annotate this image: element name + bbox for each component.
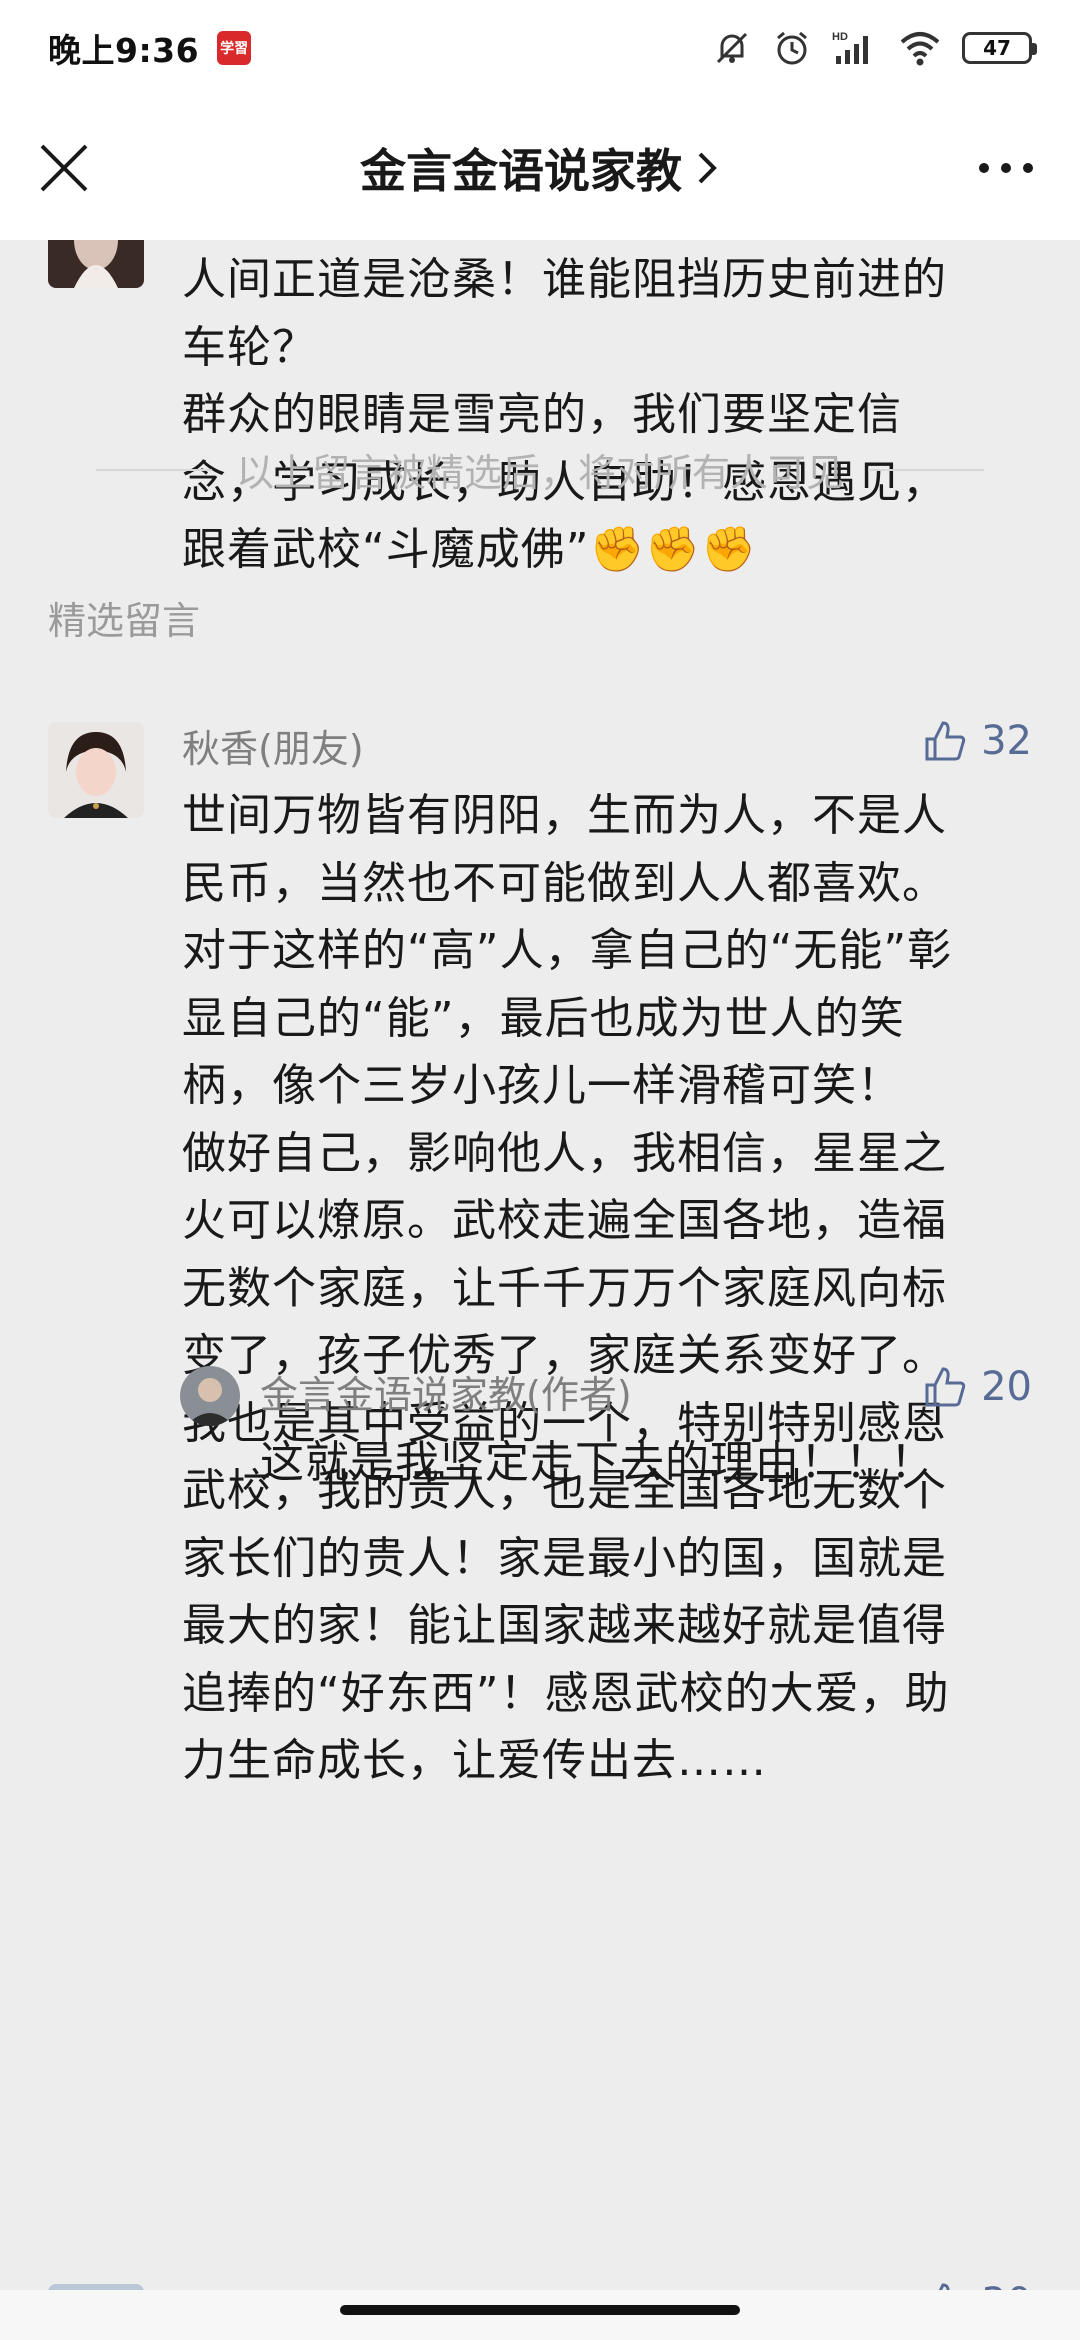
chevron-right-icon [698, 152, 717, 184]
nav-bar: 金言金语说家教 [0, 96, 1080, 240]
mute-icon [712, 28, 752, 68]
comment-actions: 32 [923, 718, 1032, 764]
home-indicator[interactable] [340, 2305, 740, 2315]
gesture-bar [0, 2290, 1080, 2340]
like-count: 20 [981, 1364, 1032, 1410]
close-icon[interactable] [36, 140, 92, 196]
comment-list: wanwan 删除 | 回复 | 11 人间正道是沧桑！谁能阻挡历史前进的 车轮… [0, 240, 1080, 2310]
divider-line [868, 468, 985, 471]
battery-icon: 47 [962, 32, 1037, 64]
wifi-icon [898, 28, 942, 68]
status-time: 晚上9:36 [48, 31, 200, 70]
alarm-icon [772, 28, 812, 68]
reply-actions: 20 [923, 1364, 1032, 1410]
page-title: 金言金语说家教 [360, 144, 682, 198]
like-button[interactable]: 32 [923, 718, 1032, 764]
more-icon[interactable] [976, 156, 1036, 180]
divider-line [96, 468, 212, 471]
avatar[interactable] [48, 722, 144, 818]
avatar[interactable] [48, 240, 144, 288]
like-button[interactable]: 20 [923, 1364, 1032, 1410]
visibility-notice-text: 以上留言被精选后，将对所有人可见 [236, 451, 845, 495]
svg-text:HD: HD [832, 31, 848, 43]
account-title-link[interactable]: 金言金语说家教 [360, 135, 720, 201]
thumb-up-icon [925, 721, 966, 761]
like-count: 32 [981, 718, 1032, 764]
section-label: 精选留言 [48, 599, 201, 643]
author-avatar[interactable] [180, 1366, 240, 1426]
reply-text: 这就是我坚定走下去的理由！！！ [260, 1437, 935, 1488]
hd-signal-icon: HD [832, 28, 878, 68]
comment-text: 世间万物皆有阴阳，生而为人，不是人 民币，当然也不可能做到人人都喜欢。 对于这样… [182, 790, 953, 1786]
app-badge-icon: 学習 [217, 31, 252, 65]
status-bar: 晚上9:36 学習 HD 47 [0, 0, 1080, 96]
status-icons: HD 47 [712, 28, 1037, 68]
thumb-up-icon [925, 1367, 966, 1407]
reply-username: 金言金语说家教(作者) [260, 1373, 632, 1417]
visibility-notice: 以上留言被精选后，将对所有人可见 [96, 442, 985, 497]
comment-username: 秋香(朋友) [182, 727, 364, 771]
comment-text: 人间正道是沧桑！谁能阻挡历史前进的 车轮？ 群众的眼睛是雪亮的，我们要坚定信 念… [182, 254, 947, 575]
